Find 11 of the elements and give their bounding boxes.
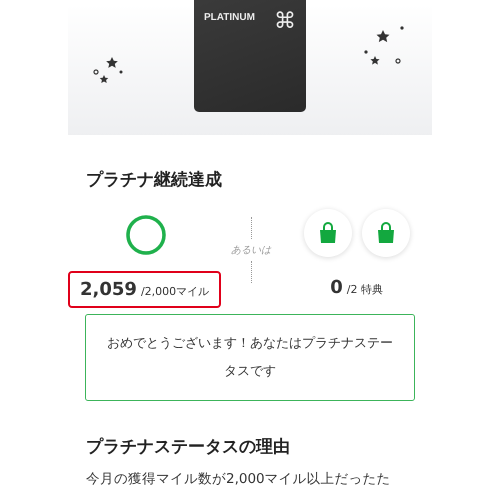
section-title: プラチナ継続達成 — [86, 169, 223, 191]
benefit-value: 0 — [330, 277, 343, 298]
reason-text: 今月の獲得マイル数が2,000マイル以上だったた — [86, 470, 392, 488]
section-title: プラチナステータスの理由 — [86, 436, 291, 458]
miles-value: 2,059 — [80, 279, 137, 300]
card-label: PLATINUM — [204, 12, 255, 23]
message-text: おめでとうございます！あなたはプラチナステータスです — [106, 334, 394, 380]
card-symbol: ⌘ — [274, 12, 296, 32]
benefit-target: /2 特典 — [346, 282, 383, 297]
separator-label: あるいは — [231, 244, 272, 257]
miles-target: /2,000マイル — [140, 284, 210, 299]
